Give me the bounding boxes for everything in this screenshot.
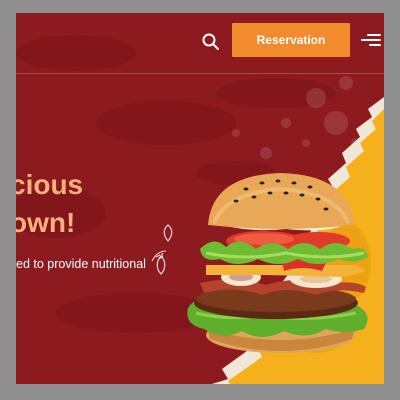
search-icon: [202, 33, 219, 50]
reservation-button[interactable]: Reservation: [232, 23, 350, 57]
header-divider: [16, 73, 384, 74]
hero-headline-line-2: own!: [16, 207, 76, 238]
hero-subtext: ed to provide nutritional: [16, 257, 146, 271]
search-button[interactable]: [200, 31, 222, 53]
hamburger-menu-icon[interactable]: [361, 32, 381, 48]
top-nav-bar: Reservation: [16, 13, 384, 73]
burger-image: [187, 173, 368, 353]
hero-headline-line-1: cious: [16, 169, 84, 200]
page-frame: Reservation cious own! ed to provide nut…: [16, 13, 384, 384]
